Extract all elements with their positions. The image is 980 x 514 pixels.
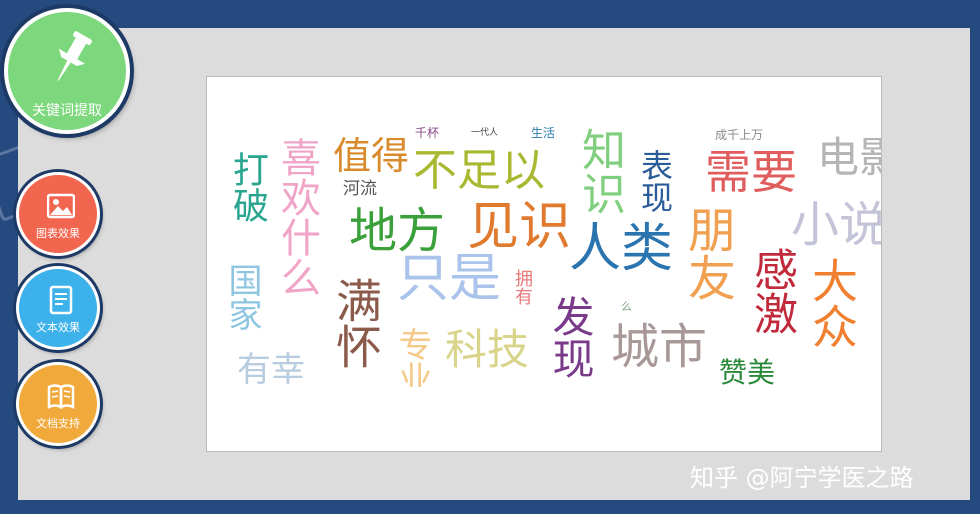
document-support-button[interactable]: 文档支持 xyxy=(16,362,100,446)
cloud-word: 电影 xyxy=(817,133,881,182)
cloud-word: 科技 xyxy=(445,325,530,374)
document-icon xyxy=(49,285,73,315)
cloud-word: 感激 xyxy=(746,247,797,335)
cloud-word: 河流 xyxy=(343,179,377,199)
cloud-word: 发现 xyxy=(546,295,595,379)
cloud-word: 大众 xyxy=(805,257,859,349)
image-icon xyxy=(47,193,75,219)
cloud-word: 千杯 xyxy=(415,126,440,140)
cloud-word: 见识 xyxy=(467,197,572,257)
cloud-word: 满怀 xyxy=(329,277,383,369)
cloud-word: 有幸 xyxy=(237,350,305,387)
wordcloud-canvas: 打破 喜欢什么 值得 河流 千杯 一代人 生活 不足以 知识 表现 需要 电影 … xyxy=(206,76,882,452)
cloud-word: 人类 xyxy=(569,219,674,279)
wordcloud: 打破 喜欢什么 值得 河流 千杯 一代人 生活 不足以 知识 表现 需要 电影 … xyxy=(207,77,881,387)
cloud-word: 城市 xyxy=(611,319,708,375)
cloud-word: 拥有 xyxy=(512,269,533,305)
cloud-word: 成千上万 xyxy=(715,128,764,142)
cloud-word: 只是 xyxy=(397,249,502,309)
text-effect-label: 文本效果 xyxy=(36,321,80,334)
keyword-extract-button[interactable]: 关键词提取 xyxy=(4,8,130,134)
book-icon xyxy=(47,384,75,410)
chart-effect-button[interactable]: 图表效果 xyxy=(16,172,100,256)
cloud-word: 赞美 xyxy=(719,356,776,387)
document-support-label: 文档支持 xyxy=(36,417,80,430)
cloud-word: 朋友 xyxy=(679,205,735,301)
cloud-word: 一代人 xyxy=(471,128,499,138)
cloud-word: 国家 xyxy=(222,263,262,331)
cloud-word: 么 xyxy=(621,300,632,313)
cloud-word: 专业 xyxy=(392,327,432,387)
cloud-word: 不足以 xyxy=(413,145,545,196)
cloud-word: 知识 xyxy=(574,127,625,215)
cloud-word: 表现 xyxy=(636,149,674,213)
pushpin-icon xyxy=(57,31,92,81)
cloud-word: 小说 xyxy=(791,197,881,253)
keyword-extract-label: 关键词提取 xyxy=(32,103,102,119)
cloud-word: 喜欢什么 xyxy=(274,137,320,297)
watermark: 知乎 @阿宁学医之路 xyxy=(690,464,914,492)
chart-effect-label: 图表效果 xyxy=(36,227,80,240)
cloud-word: 生活 xyxy=(531,126,556,140)
cloud-word: 需要 xyxy=(705,145,797,199)
cloud-word: 地方 xyxy=(349,203,446,259)
text-effect-button[interactable]: 文本效果 xyxy=(16,266,100,350)
cloud-word: 打破 xyxy=(227,151,268,223)
cloud-word: 值得 xyxy=(333,134,410,178)
